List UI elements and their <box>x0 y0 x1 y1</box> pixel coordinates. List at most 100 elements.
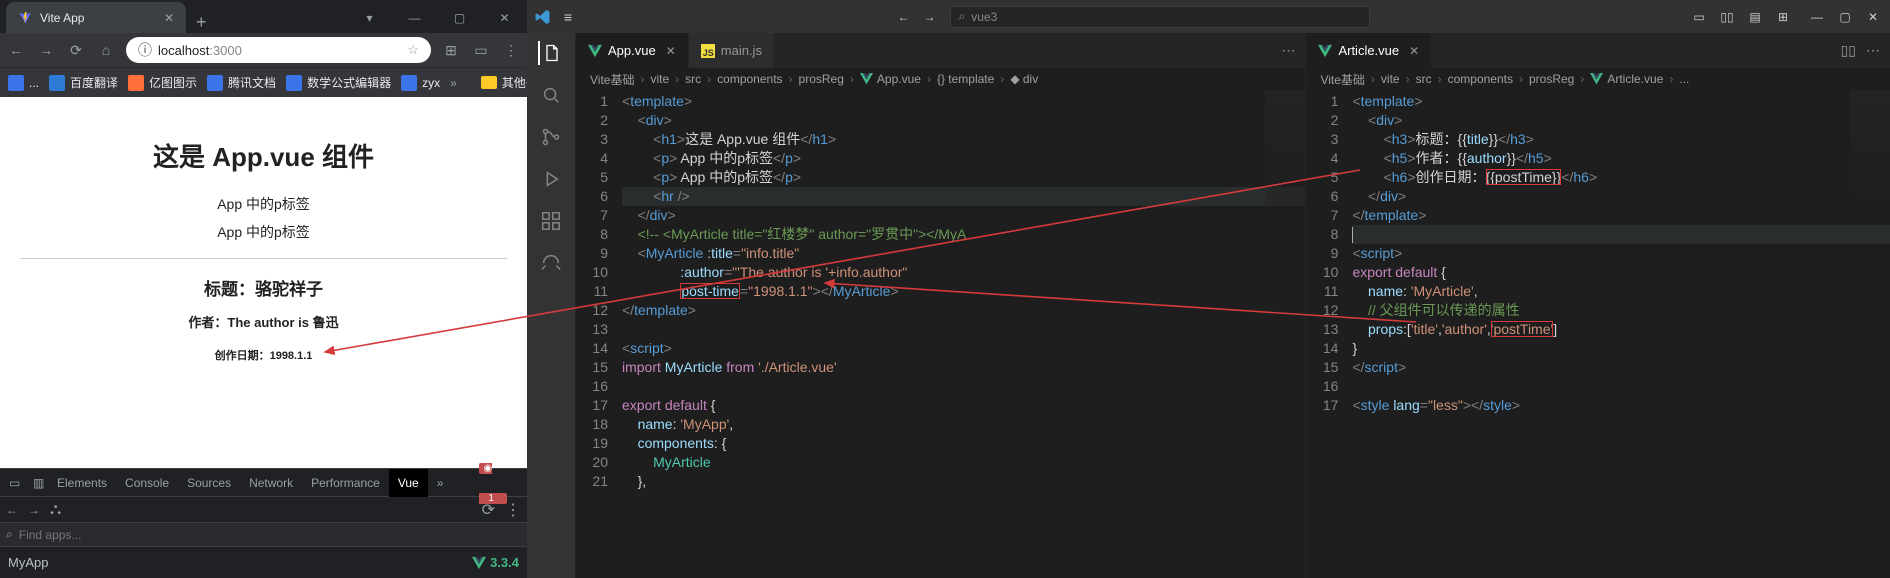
activity-debug-icon[interactable] <box>539 167 563 191</box>
activity-files-icon[interactable] <box>538 41 562 65</box>
drop-down-icon[interactable]: ▾ <box>347 3 392 33</box>
code-line[interactable]: }, <box>622 472 1305 491</box>
code-line[interactable]: export default { <box>1352 263 1890 282</box>
devtools-more[interactable]: » <box>428 469 453 497</box>
editor-tab-Article-vue[interactable]: Article.vue✕ <box>1306 33 1432 68</box>
code-line[interactable]: components: { <box>622 434 1305 453</box>
devtools-tab-performance[interactable]: Performance <box>302 469 389 497</box>
devtools-search[interactable]: ⌕ <box>0 523 527 547</box>
code-editor[interactable]: 1234567891011121314151617 <template> <di… <box>1306 90 1890 578</box>
layout-icon-1[interactable]: ▯▯ <box>1718 10 1736 24</box>
breadcrumb-seg[interactable]: {} template <box>937 72 994 86</box>
code-line[interactable]: <script> <box>1352 244 1890 263</box>
code-line[interactable] <box>622 320 1305 339</box>
browser-tab[interactable]: Vite App ✕ <box>6 2 186 33</box>
hamburger-icon[interactable]: ≡ <box>559 9 577 25</box>
bookmark-item[interactable]: 百度翻译 <box>49 74 118 91</box>
bookmark-item[interactable]: 亿图图示 <box>128 74 197 91</box>
breadcrumb-seg[interactable]: prosReg <box>1529 72 1574 86</box>
reader-icon[interactable]: ▭ <box>471 42 491 59</box>
breadcrumb-seg[interactable]: vite <box>650 72 669 86</box>
code-line[interactable]: <!-- <MyArticle title="红楼梦" author="罗贯中"… <box>622 225 1305 244</box>
home-icon[interactable]: ⌂ <box>96 42 116 58</box>
dots-icon[interactable]: ⋮ <box>505 500 521 520</box>
code-line[interactable]: </script> <box>1352 358 1890 377</box>
minimap[interactable] <box>1850 90 1890 210</box>
code-line[interactable]: } <box>1352 339 1890 358</box>
code-line[interactable]: <div> <box>622 111 1305 130</box>
forward-icon[interactable]: → <box>924 10 936 24</box>
code-line[interactable]: post-time="1998.1.1"></MyArticle> <box>622 282 1305 301</box>
activity-extensions-icon[interactable] <box>539 209 563 233</box>
code-line[interactable]: <MyArticle :title="info.title" <box>622 244 1305 263</box>
code-line[interactable]: <p> App 中的p标签</p> <box>622 168 1305 187</box>
breadcrumb-seg[interactable]: Article.vue <box>1607 72 1663 86</box>
reload-icon[interactable]: ⟳ <box>66 42 86 59</box>
editor-actions[interactable]: ⋯ <box>1281 33 1305 68</box>
breadcrumb-seg[interactable]: ... <box>1679 72 1689 86</box>
code-line[interactable]: <h1>这是 App.vue 组件</h1> <box>622 130 1305 149</box>
back-icon[interactable]: ← <box>6 42 26 58</box>
code-line[interactable]: <div> <box>1352 111 1890 130</box>
component-name[interactable]: MyApp <box>8 555 48 570</box>
devtools-tab-sources[interactable]: Sources <box>178 469 240 497</box>
code-editor[interactable]: 123456789101112131415161718192021 <templ… <box>576 90 1305 578</box>
breadcrumb-seg[interactable]: src <box>685 72 701 86</box>
layout-icon-0[interactable]: ▭ <box>1690 10 1708 24</box>
bookmarks-folder[interactable]: 其他书签 <box>481 74 527 91</box>
minimize-icon[interactable]: — <box>392 3 437 33</box>
code-line[interactable]: </template> <box>622 301 1305 320</box>
command-center[interactable]: ⌕ vue3 <box>950 6 1370 28</box>
code-line[interactable]: <h5>作者：{{author}}</h5> <box>1352 149 1890 168</box>
breadcrumb-seg[interactable]: Vite基础 <box>590 71 634 88</box>
bookmark-item[interactable]: zyx <box>401 75 440 91</box>
code-line[interactable]: </template> <box>1352 206 1890 225</box>
code-line[interactable]: name: 'MyApp', <box>622 415 1305 434</box>
code-line[interactable]: <template> <box>1352 92 1890 111</box>
code-line[interactable]: </div> <box>622 206 1305 225</box>
code-line[interactable]: :author="'The author is '+info.author" <box>622 263 1305 282</box>
close-icon[interactable]: ✕ <box>1409 44 1419 58</box>
site-info-icon[interactable]: ⓘ <box>138 40 152 60</box>
code-line[interactable]: <style lang="less"></style> <box>1352 396 1890 415</box>
maximize-icon[interactable]: ▢ <box>1836 10 1854 24</box>
breadcrumb-seg[interactable]: components <box>717 72 782 86</box>
forward-icon[interactable]: → <box>28 503 40 517</box>
refresh-icon[interactable]: ⟳ <box>482 500 495 520</box>
bookmark-item[interactable]: 腾讯文档 <box>207 74 276 91</box>
forward-icon[interactable]: → <box>36 42 56 58</box>
editor-actions[interactable]: ▯▯⋯ <box>1841 33 1890 68</box>
code-line[interactable]: name: 'MyArticle', <box>1352 282 1890 301</box>
layout-icon-3[interactable]: ⊞ <box>1774 10 1792 24</box>
minimap[interactable] <box>1265 90 1305 210</box>
breadcrumbs[interactable]: Vite基础›vite›src›components›prosReg›Artic… <box>1306 68 1890 90</box>
menu-icon[interactable]: ⋮ <box>501 42 521 59</box>
activity-search-icon[interactable] <box>539 83 563 107</box>
activity-remote-icon[interactable] <box>539 251 563 275</box>
editor-tab-main-js[interactable]: JSmain.js <box>689 33 775 68</box>
close-icon[interactable]: ✕ <box>1864 10 1882 24</box>
layout-icon-2[interactable]: ▤ <box>1746 10 1764 24</box>
extensions-icon[interactable]: ⊞ <box>441 42 461 59</box>
star-icon[interactable]: ☆ <box>407 42 419 58</box>
code-line[interactable] <box>1352 377 1890 396</box>
devtools-tab-elements[interactable]: Elements <box>48 469 116 497</box>
code-line[interactable]: <hr /> <box>622 187 1305 206</box>
code-line[interactable]: </div> <box>1352 187 1890 206</box>
code-line[interactable]: MyArticle <box>622 453 1305 472</box>
activity-scm-icon[interactable] <box>539 125 563 149</box>
breadcrumb-seg[interactable]: vite <box>1381 72 1400 86</box>
devtools-tab-network[interactable]: Network <box>240 469 302 497</box>
maximize-icon[interactable]: ▢ <box>437 3 482 33</box>
device-icon[interactable]: ▥ <box>24 469 48 497</box>
url-bar[interactable]: ⓘ localhost:3000 ☆ <box>126 37 431 63</box>
breadcrumb-seg[interactable]: Vite基础 <box>1320 71 1364 88</box>
breadcrumb-seg[interactable]: ◆ div <box>1010 72 1038 86</box>
devtools-tab-vue[interactable]: Vue <box>389 469 428 497</box>
breadcrumb-seg[interactable]: src <box>1416 72 1432 86</box>
code-line[interactable]: <h6>创作日期：{{postTime}}</h6> <box>1352 168 1890 187</box>
breadcrumb-seg[interactable]: App.vue <box>877 72 921 86</box>
breadcrumbs[interactable]: Vite基础›vite›src›components›prosReg›App.v… <box>576 68 1305 90</box>
editor-tab-App-vue[interactable]: App.vue✕ <box>576 33 689 68</box>
bookmarks-overflow[interactable]: » <box>450 76 457 90</box>
